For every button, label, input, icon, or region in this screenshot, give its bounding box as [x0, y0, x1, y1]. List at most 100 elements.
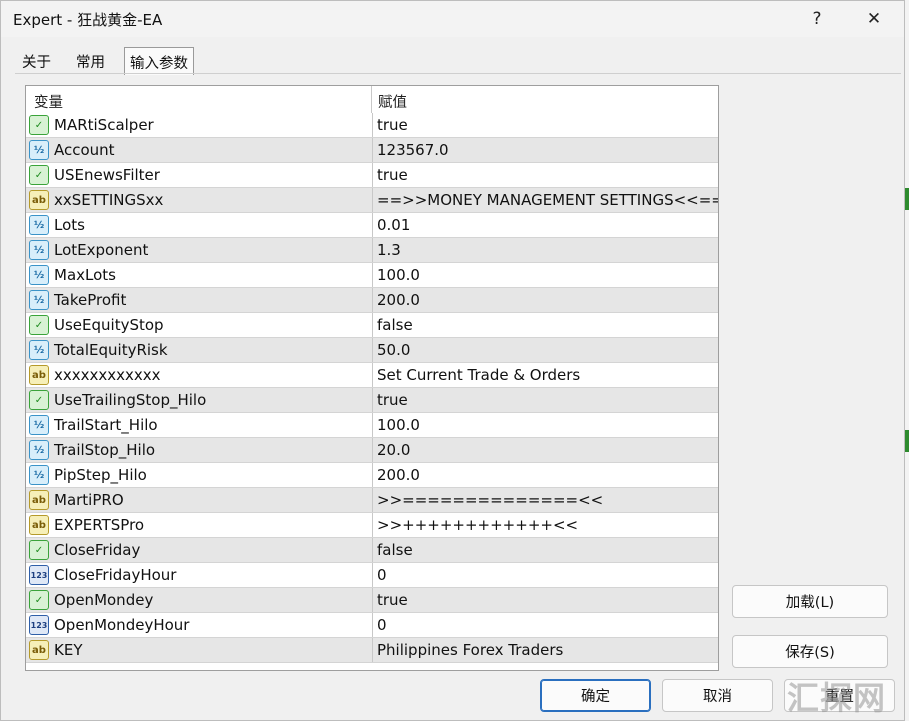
bool-icon: ✓	[29, 315, 49, 335]
parameter-value-cell[interactable]: true	[372, 113, 718, 137]
parameter-name-cell: ✓ UseEquityStop	[26, 313, 371, 337]
parameter-value[interactable]: ==>>MONEY MANAGEMENT SETTINGS<<==	[377, 191, 718, 209]
double-icon: ½	[29, 440, 49, 460]
tab-about[interactable]: 关于	[17, 47, 56, 73]
title-bar: Expert - 狂战黄金-EA ? ✕	[1, 1, 904, 37]
parameter-row[interactable]: ½ TrailStop_Hilo 20.0	[26, 438, 718, 463]
parameter-value-cell[interactable]: 100.0	[372, 413, 718, 437]
string-icon: ab	[29, 515, 49, 535]
parameter-value[interactable]: 123567.0	[377, 141, 449, 159]
parameter-value[interactable]: 100.0	[377, 266, 420, 284]
parameter-value-cell[interactable]: 0	[372, 613, 718, 637]
parameter-row[interactable]: ½ PipStep_Hilo 200.0	[26, 463, 718, 488]
parameter-value[interactable]: 200.0	[377, 466, 420, 484]
parameter-value-cell[interactable]: 123567.0	[372, 138, 718, 162]
parameter-row[interactable]: ✓ OpenMondey true	[26, 588, 718, 613]
parameter-value-cell[interactable]: 20.0	[372, 438, 718, 462]
parameter-row[interactable]: ✓ UseTrailingStop_Hilo true	[26, 388, 718, 413]
parameter-row[interactable]: ½ MaxLots 100.0	[26, 263, 718, 288]
parameter-value[interactable]: false	[377, 541, 413, 559]
parameter-value[interactable]: false	[377, 316, 413, 334]
load-button[interactable]: 加载(L)	[732, 585, 888, 618]
parameter-name-cell: ✓ CloseFriday	[26, 538, 371, 562]
parameter-row[interactable]: ab MartiPRO >>==============<<	[26, 488, 718, 513]
tab-inputs[interactable]: 输入参数	[124, 47, 194, 75]
parameter-value-cell[interactable]: 200.0	[372, 463, 718, 487]
parameter-value-cell[interactable]: false	[372, 313, 718, 337]
ok-button[interactable]: 确定	[540, 679, 651, 712]
parameter-row[interactable]: ab xxxxxxxxxxxx Set Current Trade & Orders	[26, 363, 718, 388]
parameter-value[interactable]: 0	[377, 616, 387, 634]
parameter-value-cell[interactable]: 200.0	[372, 288, 718, 312]
column-header-variable[interactable]: 变量	[34, 91, 63, 112]
parameter-value[interactable]: true	[377, 591, 408, 609]
parameter-value-cell[interactable]: Set Current Trade & Orders	[372, 363, 718, 387]
parameter-row[interactable]: 123 CloseFridayHour 0	[26, 563, 718, 588]
parameter-value-cell[interactable]: 0	[372, 563, 718, 587]
parameter-name-cell: ✓ OpenMondey	[26, 588, 371, 612]
parameter-value[interactable]: true	[377, 166, 408, 184]
parameter-value[interactable]: 50.0	[377, 341, 410, 359]
bool-icon: ✓	[29, 115, 49, 135]
integer-icon: 123	[29, 615, 49, 635]
parameter-value-cell[interactable]: true	[372, 163, 718, 187]
double-icon: ½	[29, 465, 49, 485]
parameter-name: TrailStop_Hilo	[54, 441, 156, 459]
parameter-value[interactable]: >>==============<<	[377, 491, 603, 509]
parameter-value[interactable]: 200.0	[377, 291, 420, 309]
cancel-button[interactable]: 取消	[662, 679, 773, 712]
parameter-row[interactable]: ½ Account 123567.0	[26, 138, 718, 163]
parameter-row[interactable]: ab EXPERTSPro >>++++++++++++<<	[26, 513, 718, 538]
parameter-row[interactable]: ½ LotExponent 1.3	[26, 238, 718, 263]
parameter-row[interactable]: ✓ USEnewsFilter true	[26, 163, 718, 188]
parameter-row[interactable]: ½ Lots 0.01	[26, 213, 718, 238]
parameter-value[interactable]: true	[377, 391, 408, 409]
parameter-row[interactable]: ✓ MARtiScalper true	[26, 113, 718, 138]
bool-icon: ✓	[29, 540, 49, 560]
parameter-value-cell[interactable]: 1.3	[372, 238, 718, 262]
column-divider[interactable]	[371, 86, 372, 113]
parameter-value-cell[interactable]: false	[372, 538, 718, 562]
parameter-value[interactable]: 100.0	[377, 416, 420, 434]
parameter-name: Account	[54, 141, 115, 159]
parameter-value[interactable]: 0.01	[377, 216, 410, 234]
reset-button[interactable]: 重置	[784, 679, 895, 712]
parameter-value-cell[interactable]: >>++++++++++++<<	[372, 513, 718, 537]
parameter-row[interactable]: 123 OpenMondeyHour 0	[26, 613, 718, 638]
parameter-value[interactable]: 20.0	[377, 441, 410, 459]
parameter-value[interactable]: true	[377, 116, 408, 134]
parameter-name: USEnewsFilter	[54, 166, 160, 184]
parameter-row[interactable]: ½ TrailStart_Hilo 100.0	[26, 413, 718, 438]
column-header-value[interactable]: 赋值	[378, 91, 407, 112]
parameter-value-cell[interactable]: 50.0	[372, 338, 718, 362]
double-icon: ½	[29, 240, 49, 260]
bool-icon: ✓	[29, 590, 49, 610]
parameter-value-cell[interactable]: 0.01	[372, 213, 718, 237]
tab-common[interactable]: 常用	[71, 47, 110, 73]
parameter-value[interactable]: 0	[377, 566, 387, 584]
double-icon: ½	[29, 265, 49, 285]
parameter-value[interactable]: Philippines Forex Traders	[377, 641, 563, 659]
help-button[interactable]: ?	[797, 5, 837, 33]
parameter-row[interactable]: ab KEY Philippines Forex Traders	[26, 638, 718, 663]
parameter-value-cell[interactable]: true	[372, 388, 718, 412]
parameter-value-cell[interactable]: >>==============<<	[372, 488, 718, 512]
parameter-value[interactable]: 1.3	[377, 241, 401, 259]
parameter-row[interactable]: ½ TakeProfit 200.0	[26, 288, 718, 313]
parameter-value-cell[interactable]: true	[372, 588, 718, 612]
close-icon[interactable]: ✕	[854, 5, 894, 33]
parameter-value[interactable]: >>++++++++++++<<	[377, 516, 578, 534]
parameter-value-cell[interactable]: Philippines Forex Traders	[372, 638, 718, 662]
integer-icon: 123	[29, 565, 49, 585]
save-button[interactable]: 保存(S)	[732, 635, 888, 668]
parameter-name-cell: ab xxxxxxxxxxxx	[26, 363, 371, 387]
string-icon: ab	[29, 190, 49, 210]
parameter-row[interactable]: ½ TotalEquityRisk 50.0	[26, 338, 718, 363]
parameter-value-cell[interactable]: 100.0	[372, 263, 718, 287]
double-icon: ½	[29, 140, 49, 160]
parameter-value-cell[interactable]: ==>>MONEY MANAGEMENT SETTINGS<<==	[372, 188, 718, 212]
parameter-row[interactable]: ab xxSETTINGSxx ==>>MONEY MANAGEMENT SETTI…	[26, 188, 718, 213]
parameter-value[interactable]: Set Current Trade & Orders	[377, 366, 580, 384]
parameter-row[interactable]: ✓ UseEquityStop false	[26, 313, 718, 338]
parameter-row[interactable]: ✓ CloseFriday false	[26, 538, 718, 563]
